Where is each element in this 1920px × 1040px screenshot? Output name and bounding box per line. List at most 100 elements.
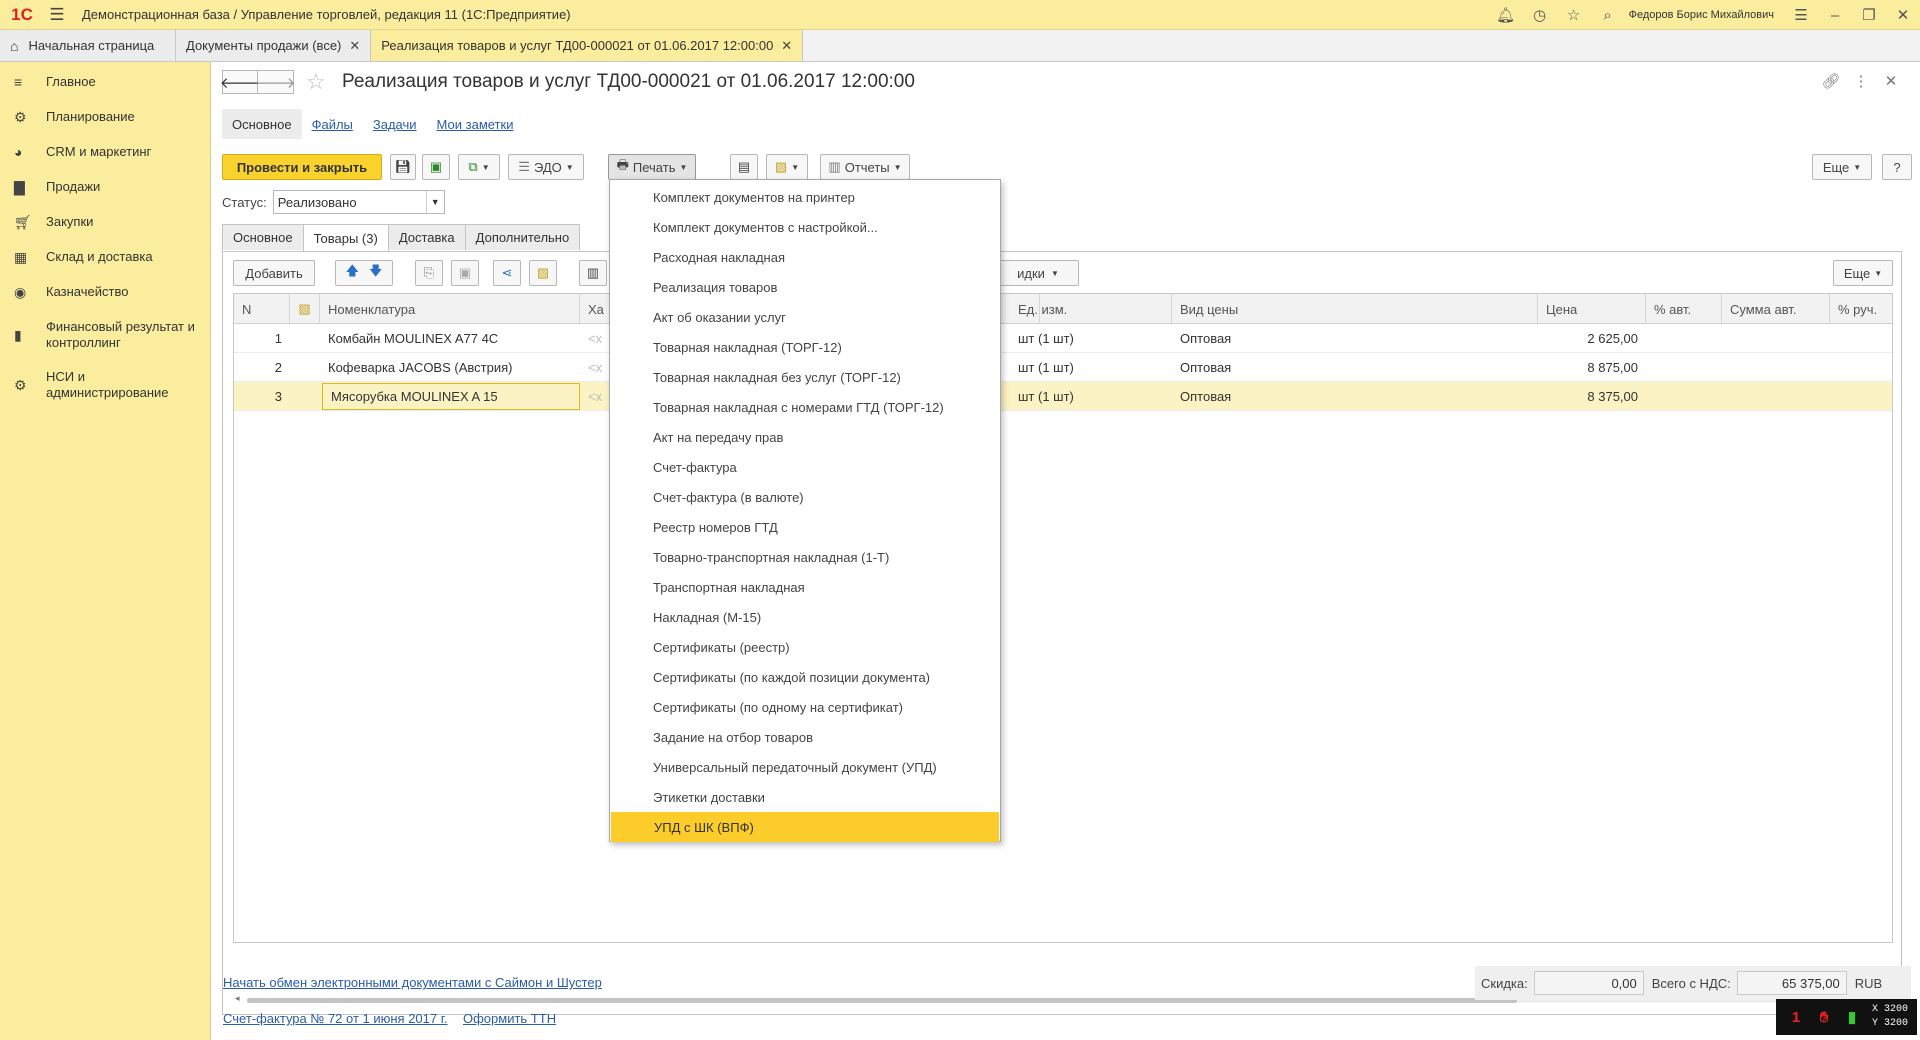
app-logo[interactable]: 1С bbox=[0, 0, 44, 30]
col-picture[interactable]: ▧ bbox=[290, 294, 320, 324]
post-button[interactable]: ▣ bbox=[422, 154, 450, 180]
col-auto-sum[interactable]: Сумма авт. bbox=[1722, 294, 1830, 324]
sidebar-item-crm[interactable]: ◕ CRM и маркетинг bbox=[0, 144, 210, 166]
minimize-icon[interactable]: – bbox=[1818, 7, 1852, 24]
invoice-link[interactable]: Счет-фактура № 72 от 1 июня 2017 г. bbox=[223, 1011, 448, 1026]
history-icon[interactable]: ◷ bbox=[1523, 6, 1557, 24]
cell-price-type[interactable]: Оптовая bbox=[1172, 324, 1538, 353]
favorite-star-icon[interactable]: ☆ bbox=[306, 69, 326, 95]
edo-button[interactable]: ☰ ЭДО ▼ bbox=[508, 154, 584, 180]
structure-button[interactable]: ▤ bbox=[730, 154, 758, 180]
more-button[interactable]: Еще ▼ bbox=[1812, 154, 1872, 180]
cell-unit[interactable]: шт (1 шт) bbox=[1010, 353, 1172, 382]
col-price[interactable]: Цена bbox=[1538, 294, 1646, 324]
cell-price[interactable]: 8 875,00 bbox=[1538, 353, 1646, 382]
link-icon[interactable]: 🔗︎ bbox=[1816, 72, 1846, 90]
tab-delivery[interactable]: Доставка bbox=[387, 224, 466, 250]
bell-icon[interactable]: 🔔︎ bbox=[1489, 6, 1523, 24]
cell-unit[interactable]: шт (1 шт) bbox=[1010, 324, 1172, 353]
edo-exchange-link[interactable]: Начать обмен электронными документами с … bbox=[223, 975, 602, 990]
menu-item-service-act[interactable]: Акт об оказании услуг bbox=[610, 302, 1000, 332]
restore-icon[interactable]: ❐ bbox=[1852, 6, 1886, 24]
print-button[interactable]: 🖶 Печать ▼ bbox=[608, 154, 696, 180]
menu-item-m15[interactable]: Накладная (М-15) bbox=[610, 602, 1000, 632]
back-button[interactable]: 🡐 bbox=[220, 70, 260, 94]
share-button[interactable]: ⋖ bbox=[493, 260, 521, 286]
settings-menu-icon[interactable]: ☰ bbox=[1784, 6, 1818, 24]
col-manual-percent[interactable]: % руч. bbox=[1830, 294, 1892, 324]
forward-button[interactable]: 🡒 bbox=[255, 70, 296, 94]
tab-current-document[interactable]: Реализация товаров и услуг ТД00-000021 о… bbox=[371, 30, 804, 61]
discounts-button[interactable]: идки ▼ bbox=[997, 260, 1079, 286]
scroll-thumb[interactable] bbox=[247, 998, 1517, 1003]
cell-price[interactable]: 8 375,00 bbox=[1538, 382, 1646, 411]
subtab-notes[interactable]: Мои заметки bbox=[427, 109, 524, 139]
cell-price[interactable]: 2 625,00 bbox=[1538, 324, 1646, 353]
tab-sales-documents[interactable]: Документы продажи (все) ✕ bbox=[176, 30, 372, 61]
table-row-selected[interactable]: 3 Мясорубка MOULINEX A 15 <х шт (1 шт) О… bbox=[234, 382, 1892, 411]
menu-item-expense-invoice[interactable]: Расходная накладная bbox=[610, 242, 1000, 272]
sidebar-item-planning[interactable]: ⚙ Планирование bbox=[0, 109, 210, 131]
menu-item-delivery-labels[interactable]: Этикетки доставки bbox=[610, 782, 1000, 812]
search-icon[interactable]: ⌕ bbox=[1591, 7, 1625, 24]
reports-button[interactable]: ▥ Отчеты ▼ bbox=[820, 154, 910, 180]
arrow-up-icon[interactable]: 🡅 bbox=[346, 262, 359, 284]
col-price-type[interactable]: Вид цены bbox=[1172, 294, 1538, 324]
col-unit[interactable]: Ед. изм. bbox=[1010, 294, 1172, 324]
chevron-down-icon[interactable]: ▼ bbox=[425, 191, 444, 213]
col-nomenclature[interactable]: Номенклатура bbox=[320, 294, 580, 324]
post-and-close-button[interactable]: Провести и закрыть bbox=[222, 154, 382, 180]
sidebar-item-main[interactable]: ≡ Главное bbox=[0, 74, 210, 96]
menu-item-torg12-no-services[interactable]: Товарная накладная без услуг (ТОРГ-12) bbox=[610, 362, 1000, 392]
fill-button[interactable]: ▧ bbox=[529, 260, 557, 286]
menu-item-transport-invoice[interactable]: Транспортная накладная bbox=[610, 572, 1000, 602]
arrow-down-icon[interactable]: 🡇 bbox=[369, 262, 382, 284]
menu-item-goods-sale[interactable]: Реализация товаров bbox=[610, 272, 1000, 302]
cell-item-editing[interactable]: Мясорубка MOULINEX A 15 bbox=[322, 383, 580, 410]
close-tab-icon[interactable]: ✕ bbox=[349, 38, 360, 54]
sidebar-item-sales[interactable]: ▇ Продажи bbox=[0, 179, 210, 201]
subtab-tasks[interactable]: Задачи bbox=[363, 109, 427, 139]
menu-item-torg12-gtd[interactable]: Товарная накладная с номерами ГТД (ТОРГ-… bbox=[610, 392, 1000, 422]
close-icon[interactable]: ✕ bbox=[1886, 6, 1920, 24]
create-based-on-button[interactable]: ⧉ ▼ bbox=[458, 154, 500, 180]
tab-home[interactable]: ⌂ Начальная страница bbox=[0, 30, 176, 61]
menu-item-upd-barcode[interactable]: УПД с ШК (ВПФ) bbox=[611, 812, 999, 842]
more-vertical-icon[interactable]: ⋮ bbox=[1846, 72, 1876, 90]
barcode-button[interactable]: ▥ bbox=[579, 260, 607, 286]
col-auto-percent[interactable]: % авт. bbox=[1646, 294, 1722, 324]
menu-item-print-kit-setup[interactable]: Комплект документов с настройкой... bbox=[610, 212, 1000, 242]
tab-additional[interactable]: Дополнительно bbox=[464, 224, 581, 250]
menu-item-picking-task[interactable]: Задание на отбор товаров bbox=[610, 722, 1000, 752]
menu-item-torg12[interactable]: Товарная накладная (ТОРГ-12) bbox=[610, 332, 1000, 362]
menu-item-rights-transfer[interactable]: Акт на передачу прав bbox=[610, 422, 1000, 452]
copy-button[interactable]: ⎘ bbox=[415, 260, 443, 286]
cell-item[interactable]: Комбайн MOULINEX A77 4C bbox=[320, 324, 580, 353]
attachments-button[interactable]: ▧ ▼ bbox=[766, 154, 808, 180]
user-name[interactable]: Федоров Борис Михайлович bbox=[1629, 9, 1774, 21]
status-select[interactable]: Реализовано ▼ bbox=[272, 190, 445, 214]
cell-item[interactable]: Кофеварка JACOBS (Австрия) bbox=[320, 353, 580, 382]
cell-unit[interactable]: шт (1 шт) bbox=[1010, 382, 1172, 411]
main-menu-icon[interactable]: ☰ bbox=[44, 5, 70, 25]
subtab-main[interactable]: Основное bbox=[222, 109, 302, 139]
menu-item-certificates-one[interactable]: Сертификаты (по одному на сертификат) bbox=[610, 692, 1000, 722]
tab-goods[interactable]: Товары (3) bbox=[302, 224, 389, 251]
col-n[interactable]: N bbox=[234, 294, 290, 324]
menu-item-invoice[interactable]: Счет-фактура bbox=[610, 452, 1000, 482]
menu-item-ttn-1t[interactable]: Товарно-транспортная накладная (1-Т) bbox=[610, 542, 1000, 572]
menu-item-upd[interactable]: Универсальный передаточный документ (УПД… bbox=[610, 752, 1000, 782]
cell-price-type[interactable]: Оптовая bbox=[1172, 382, 1538, 411]
table-row[interactable]: 1 Комбайн MOULINEX A77 4C <х шт (1 шт) О… bbox=[234, 324, 1892, 353]
sidebar-item-treasury[interactable]: ◉ Казначейство bbox=[0, 284, 210, 306]
scroll-left-icon[interactable]: ◂ bbox=[235, 993, 240, 1004]
ttn-link[interactable]: Оформить ТТН bbox=[463, 1011, 556, 1026]
close-tab-icon[interactable]: ✕ bbox=[781, 38, 792, 54]
subtab-files[interactable]: Файлы bbox=[302, 109, 363, 139]
menu-item-certificates-register[interactable]: Сертификаты (реестр) bbox=[610, 632, 1000, 662]
grid-more-button[interactable]: Еще ▼ bbox=[1833, 260, 1893, 286]
close-form-icon[interactable]: ✕ bbox=[1876, 72, 1906, 90]
cell-price-type[interactable]: Оптовая bbox=[1172, 353, 1538, 382]
paste-button[interactable]: ▣ bbox=[451, 260, 479, 286]
add-button[interactable]: Добавить bbox=[233, 260, 315, 286]
